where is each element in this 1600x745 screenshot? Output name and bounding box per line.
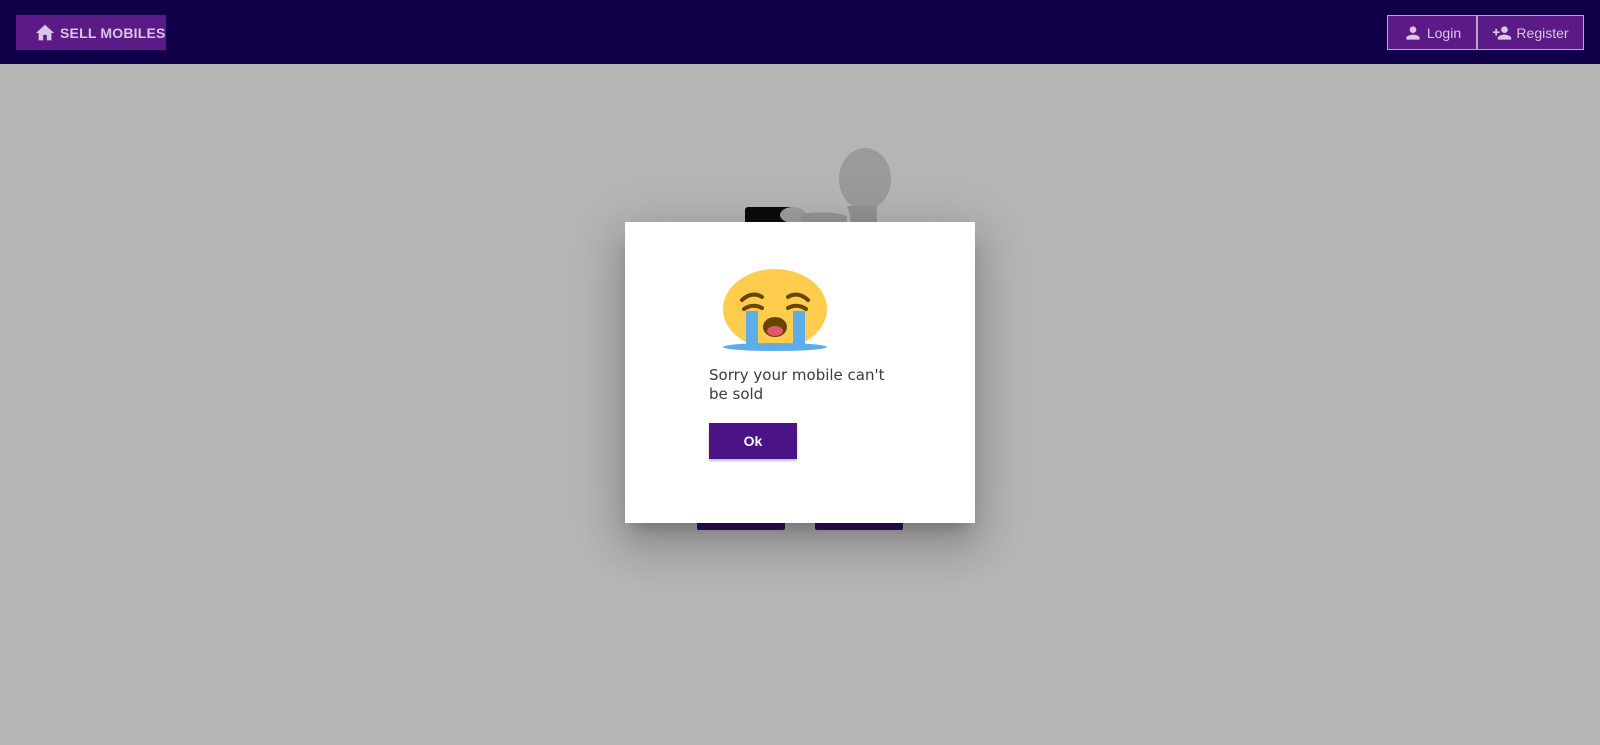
home-icon: [35, 24, 55, 40]
ok-button[interactable]: Ok: [709, 423, 797, 459]
top-app-bar: SELL MOBILES Login Register: [0, 0, 1600, 64]
login-button[interactable]: Login: [1387, 15, 1477, 50]
brand-label: SELL MOBILES: [60, 24, 166, 41]
person-add-icon: [1493, 25, 1512, 40]
result-dialog: Sorry your mobile can't be sold Ok: [625, 222, 975, 523]
auth-nav: Login Register: [1387, 15, 1584, 50]
register-button[interactable]: Register: [1477, 15, 1584, 50]
sell-mobiles-home-button[interactable]: SELL MOBILES: [16, 15, 166, 50]
dialog-message: Sorry your mobile can't be sold: [709, 366, 885, 403]
person-icon: [1406, 25, 1420, 40]
login-label: Login: [1426, 24, 1462, 41]
register-label: Register: [1516, 24, 1569, 41]
loudly-crying-face-emoji: [723, 269, 827, 351]
